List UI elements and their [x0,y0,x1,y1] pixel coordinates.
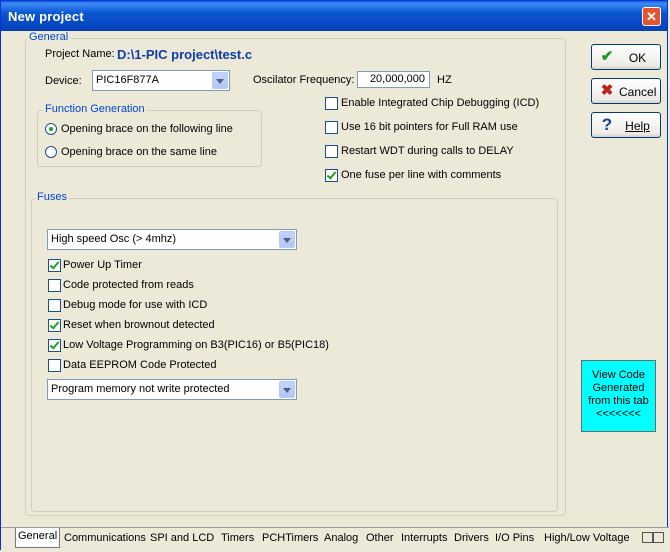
oscillator-frequency-input[interactable]: 20,000,000 [357,71,430,88]
checkbox[interactable] [48,339,61,352]
program-memory-select[interactable]: Program memory not write protected [47,379,297,400]
device-select[interactable]: PIC16F877A [92,70,230,91]
cancel-button-label: Cancel [619,85,657,99]
checkbox-label: Reset when brownout detected [63,319,215,331]
close-button[interactable]: ✕ [642,7,661,26]
oscillator-unit: HZ [437,74,452,86]
tab-strip: General Communications SPI and LCD Timer… [1,527,669,550]
oscillator-fuse-select[interactable]: High speed Osc (> 4mhz) [47,229,297,250]
help-icon: ? [601,115,613,134]
checkbox[interactable] [325,97,338,110]
help-button[interactable]: ? Help [591,112,661,138]
tab-scroll-left-icon[interactable] [642,532,653,543]
view-code-line: <<<<<<< [596,408,641,420]
tab-interrupts[interactable]: Interrupts [399,530,449,547]
radio-label: Opening brace on the following line [61,123,233,135]
checkbox-label: Use 16 bit pointers for Full RAM use [341,121,518,133]
tab-drivers[interactable]: Drivers [452,530,491,547]
radio-label: Opening brace on the same line [61,146,217,158]
checkbox[interactable] [48,279,61,292]
view-code-line: from this tab [588,395,649,407]
checkbox[interactable] [325,121,338,134]
function-generation-group [37,110,262,167]
radio-button[interactable] [45,146,57,158]
checkbox[interactable] [48,299,61,312]
checkbox-label: Low Voltage Programming on B3(PIC16) or … [63,339,329,351]
tab-scroll-right-icon[interactable] [653,532,664,543]
tab-io-pins[interactable]: I/O Pins [493,530,536,547]
fuses-legend: Fuses [35,191,69,203]
program-memory-value: Program memory not write protected [51,383,230,395]
project-name-label: Project Name: [45,48,115,60]
device-label: Device: [45,75,82,87]
checkbox[interactable] [325,145,338,158]
checkbox-label: Restart WDT during calls to DELAY [341,145,514,157]
chevron-down-icon[interactable] [279,231,295,248]
chevron-down-icon[interactable] [279,381,295,398]
cross-icon: ✖ [600,82,614,99]
tab-timers[interactable]: Timers [219,530,256,547]
view-code-line: View Code [592,369,645,381]
checkbox[interactable] [325,169,338,182]
project-name-value: D:\1-PIC project\test.c [117,47,253,62]
checkbox-label: Power Up Timer [63,259,142,271]
checkbox[interactable] [48,319,61,332]
window-title: New project [8,9,84,24]
checkbox-label: Debug mode for use with ICD [63,299,208,311]
tab-spi-and-lcd[interactable]: SPI and LCD [148,530,216,547]
cancel-button[interactable]: ✖ Cancel [591,78,661,104]
chevron-down-icon[interactable] [212,72,228,89]
ok-button-label: OK [628,51,647,65]
tab-other[interactable]: Other [364,530,396,547]
general-legend: General [27,31,71,43]
checkbox-label: Data EEPROM Code Protected [63,359,217,371]
checkbox[interactable] [48,359,61,372]
view-code-button[interactable]: View Code Generated from this tab <<<<<<… [581,360,656,432]
close-icon: ✕ [646,9,657,24]
view-code-line: Generated [592,382,645,394]
help-button-label: Help [625,119,650,133]
device-select-value: PIC16F877A [96,74,159,86]
checkbox-label: Code protected from reads [63,279,194,291]
oscillator-fuse-value: High speed Osc (> 4mhz) [51,233,177,245]
tab-analog[interactable]: Analog [322,530,360,547]
tab-pchtimers[interactable]: PCHTimers [260,530,320,547]
oscillator-frequency-label: Oscilator Frequency: [253,74,355,86]
checkbox-label: Enable Integrated Chip Debugging (ICD) [341,97,540,109]
checkbox[interactable] [48,259,61,272]
checkbox-label: One fuse per line with comments [341,169,502,181]
new-project-dialog: New project ✕ General Project Name: D:\1… [0,0,669,550]
tab-high-low-voltage[interactable]: High/Low Voltage [542,530,632,547]
ok-button[interactable]: ✔ OK [591,44,661,70]
tab-general[interactable]: General [15,528,61,548]
function-generation-legend: Function Generation [43,103,147,115]
radio-button[interactable] [45,123,57,135]
checkmark-icon: ✔ [600,48,614,65]
tab-communications[interactable]: Communications [62,530,148,547]
title-bar[interactable]: New project ✕ [1,1,667,31]
